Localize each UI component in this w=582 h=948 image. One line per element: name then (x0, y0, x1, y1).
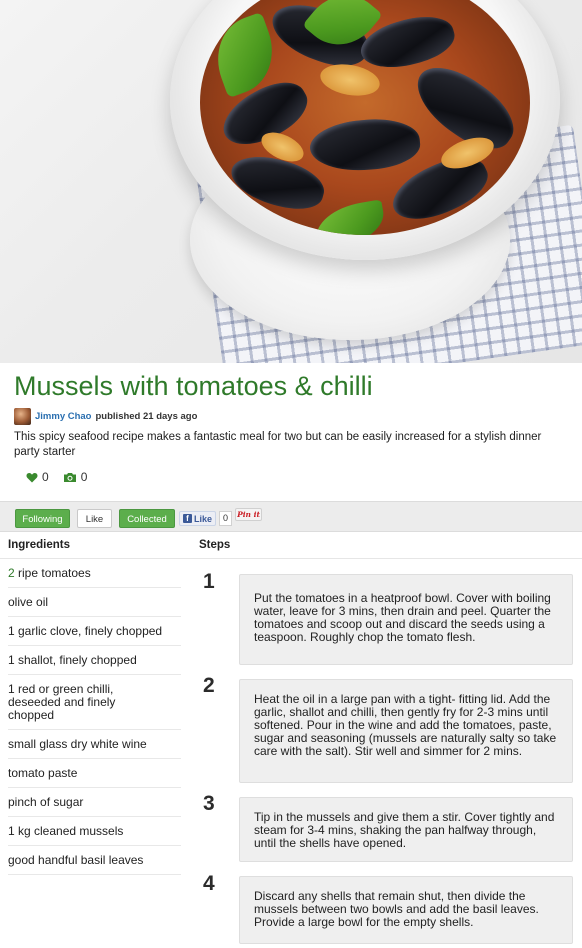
step-number: 4 (203, 872, 215, 895)
facebook-like-widget: f Like 0 (179, 511, 233, 526)
likes-stat[interactable]: 0 (26, 470, 49, 484)
ingredient-item: olive oil (8, 588, 181, 617)
step-text: Tip in the mussels and give them a stir.… (239, 797, 573, 862)
camera-icon (63, 472, 76, 482)
photos-stat[interactable]: 0 (63, 470, 88, 484)
action-bar: Following Like Collected f Like 0 Pin it (0, 501, 582, 532)
step-number: 2 (203, 674, 215, 697)
facebook-icon: f (183, 514, 192, 523)
author-link[interactable]: Jimmy Chao (35, 411, 92, 422)
recipe-stats: 0 0 (26, 470, 101, 484)
recipe-meta: Jimmy Chao published 21 days ago (14, 407, 197, 425)
recipe-photo (0, 0, 582, 363)
ingredient-item: good handful basil leaves (8, 846, 181, 875)
ingredients-heading: Ingredients (8, 539, 70, 551)
ingredient-item: 1 shallot, finely chopped (8, 646, 181, 675)
step-number: 3 (203, 792, 215, 815)
facebook-like-count: 0 (219, 511, 233, 526)
recipe-description: This spicy seafood recipe makes a fantas… (14, 431, 542, 458)
step-text: Put the tomatoes in a heatproof bowl. Co… (239, 574, 573, 665)
facebook-like-label: Like (194, 513, 213, 524)
ingredient-item: pinch of sugar (8, 788, 181, 817)
likes-count: 0 (42, 470, 49, 484)
recipe-title: Mussels with tomatoes & chilli (14, 371, 373, 401)
collected-button[interactable]: Collected (119, 509, 175, 528)
like-button[interactable]: Like (77, 509, 112, 528)
ingredient-item: small glass dry white wine (8, 730, 181, 759)
photos-count: 0 (80, 470, 88, 484)
author-avatar[interactable] (14, 407, 31, 425)
heart-icon (26, 472, 38, 482)
facebook-like-button[interactable]: f Like (179, 511, 217, 526)
pinterest-pin-button[interactable]: Pin it (235, 508, 262, 521)
ingredient-item: 1 kg cleaned mussels (8, 817, 181, 846)
steps-heading: Steps (199, 539, 231, 551)
ingredient-item: 2 ripe tomatoes (8, 559, 181, 588)
step-number: 1 (203, 570, 215, 593)
step-text: Discard any shells that remain shut, the… (239, 876, 573, 944)
ingredients-list: 2 ripe tomatoes olive oil 1 garlic clove… (8, 559, 181, 875)
ingredient-item: tomato paste (8, 759, 181, 788)
following-button[interactable]: Following (15, 509, 70, 528)
step-text: Heat the oil in a large pan with a tight… (239, 679, 573, 783)
ingredient-item: 1 red or green chilli, deseeded and fine… (8, 675, 181, 730)
published-date: published 21 days ago (95, 410, 198, 422)
ingredient-item: 1 garlic clove, finely chopped (8, 617, 181, 646)
